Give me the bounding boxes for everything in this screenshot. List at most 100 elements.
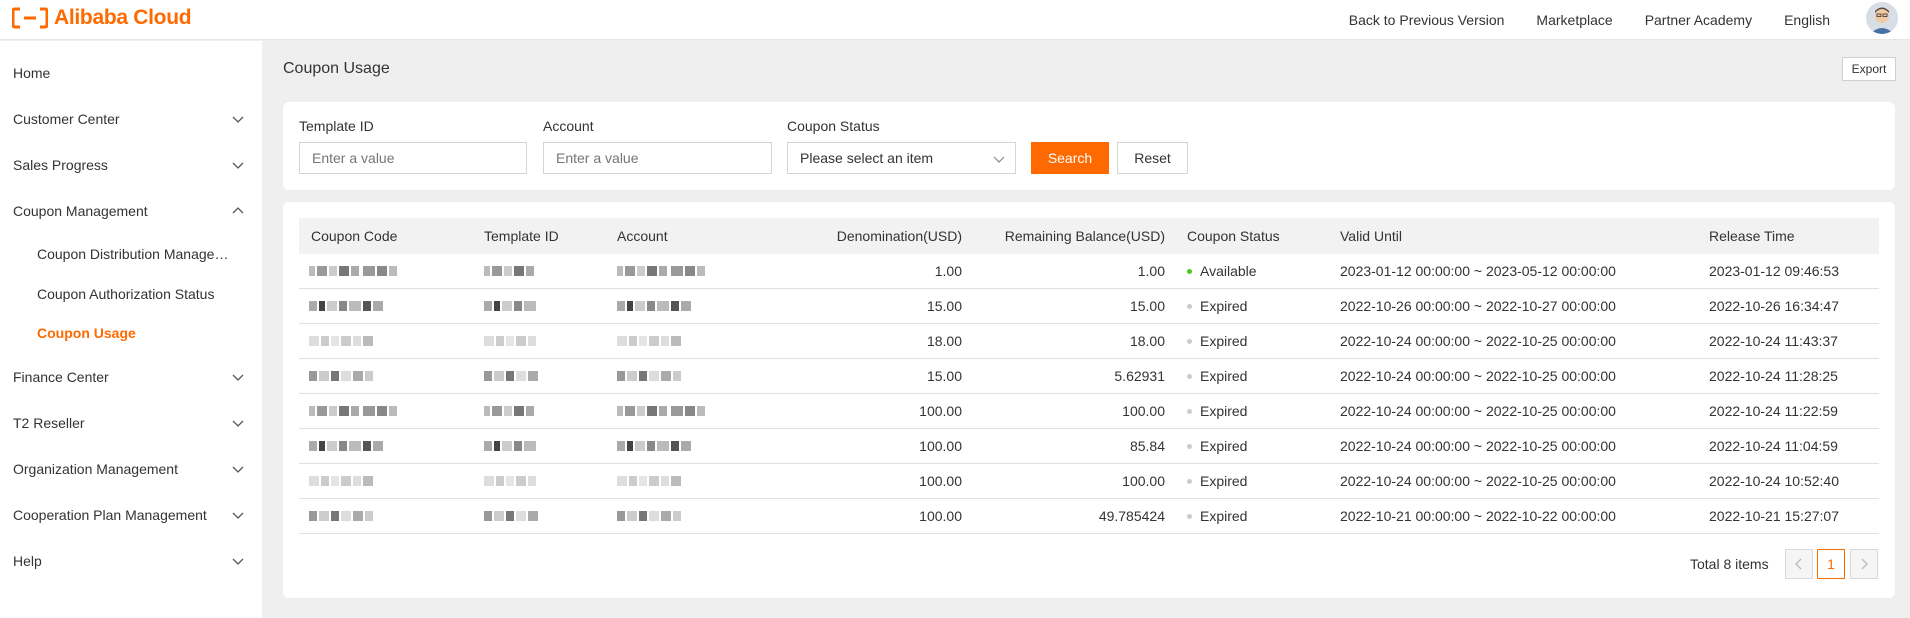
redacted-template-id — [484, 509, 544, 523]
table-row[interactable]: 100.00 85.84 Expired 2022-10-24 00:00:00 ~ … — [299, 429, 1879, 464]
chevron-down-icon — [232, 466, 244, 473]
redacted-template-id — [484, 334, 544, 348]
column-header-coupon-code[interactable]: Coupon Code — [311, 218, 397, 254]
sidebar-item-label: T2 Reseller — [13, 415, 85, 431]
status-cell: Expired — [1187, 394, 1247, 428]
status-dot-icon — [1187, 338, 1192, 344]
brand-logo[interactable]: Alibaba Cloud — [12, 6, 192, 30]
redacted-coupon-code — [309, 264, 437, 278]
chevron-down-icon — [232, 420, 244, 427]
pagination-page-1[interactable]: 1 — [1817, 549, 1845, 579]
reset-button[interactable]: Reset — [1117, 142, 1188, 174]
sidebar-item-help[interactable]: Help — [0, 541, 262, 581]
table-row[interactable]: 18.00 18.00 Expired 2022-10-24 00:00:00 ~ 2… — [299, 324, 1879, 359]
coupon-status-select[interactable]: Please select an item — [787, 142, 1016, 174]
remaining-balance-cell: 49.785424 — [1098, 508, 1165, 524]
sidebar-item-finance-center[interactable]: Finance Center — [0, 357, 262, 397]
chevron-right-icon — [1861, 558, 1868, 570]
nav-language[interactable]: English — [1784, 12, 1830, 28]
chevron-down-icon — [232, 162, 244, 169]
nav-back-to-previous-version[interactable]: Back to Previous Version — [1349, 12, 1505, 28]
pagination-prev-button[interactable] — [1785, 549, 1813, 579]
search-button[interactable]: Search — [1031, 142, 1109, 174]
export-button[interactable]: Export — [1842, 57, 1896, 81]
sidebar-subitem-label: Coupon Authorization Status — [37, 286, 215, 302]
status-cell: Expired — [1187, 464, 1247, 498]
sidebar-item-home[interactable]: Home — [0, 53, 262, 93]
redacted-coupon-code — [309, 474, 437, 488]
denomination-cell: 100.00 — [919, 403, 962, 419]
sidebar-item-organization-management[interactable]: Organization Management — [0, 449, 262, 489]
denomination-cell: 100.00 — [919, 438, 962, 454]
account-input[interactable] — [543, 142, 772, 174]
valid-until-cell: 2022-10-24 00:00:00 ~ 2022-10-25 00:00:0… — [1340, 333, 1616, 349]
status-cell: Expired — [1187, 289, 1247, 323]
account-label: Account — [543, 118, 594, 134]
sidebar-subitem-coupon-authorization[interactable]: Coupon Authorization Status — [0, 277, 262, 311]
status-dot-icon — [1187, 408, 1192, 414]
remaining-balance-cell: 1.00 — [1137, 263, 1165, 279]
coupon-status-label: Coupon Status — [787, 118, 880, 134]
sidebar-item-cooperation-plan[interactable]: Cooperation Plan Management — [0, 495, 262, 535]
redacted-account — [617, 369, 767, 383]
sidebar-item-sales-progress[interactable]: Sales Progress — [0, 145, 262, 185]
denomination-cell: 18.00 — [926, 333, 962, 349]
results-panel: Coupon Code Template ID Account Denomina… — [283, 202, 1895, 598]
table-row[interactable]: 100.00 100.00 Expired 2022-10-24 00:00:00 ~… — [299, 394, 1879, 429]
sidebar-item-label: Customer Center — [13, 111, 120, 127]
sidebar-item-label: Home — [13, 65, 51, 81]
column-header-release-time[interactable]: Release Time — [1709, 218, 1795, 254]
avatar[interactable] — [1866, 2, 1898, 34]
chevron-down-icon — [232, 512, 244, 519]
column-header-account[interactable]: Account — [617, 218, 668, 254]
brand-name: Alibaba Cloud — [54, 6, 192, 29]
column-header-remaining-balance[interactable]: Remaining Balance(USD) — [979, 218, 1165, 254]
sidebar-item-label: Coupon Management — [13, 203, 148, 219]
status-dot-icon — [1187, 443, 1192, 449]
table-row[interactable]: 15.00 5.62931 Expired 2022-10-24 00:00:00 ~… — [299, 359, 1879, 394]
table-row[interactable]: 1.00 1.00 Available 2023-01-12 00:00:00 ~ 2… — [299, 254, 1879, 289]
template-id-input[interactable] — [299, 142, 527, 174]
sidebar-item-label: Finance Center — [13, 369, 109, 385]
top-bar: Alibaba Cloud Back to Previous Version M… — [0, 0, 1910, 40]
sidebar-item-customer-center[interactable]: Customer Center — [0, 99, 262, 139]
table-row[interactable]: 15.00 15.00 Expired 2022-10-26 00:00:00 ~ 2… — [299, 289, 1879, 324]
redacted-account — [617, 404, 767, 418]
valid-until-cell: 2022-10-24 00:00:00 ~ 2022-10-25 00:00:0… — [1340, 473, 1616, 489]
status-cell: Available — [1187, 254, 1257, 288]
column-header-coupon-status[interactable]: Coupon Status — [1187, 218, 1280, 254]
sidebar-item-t2-reseller[interactable]: T2 Reseller — [0, 403, 262, 443]
release-time-cell: 2022-10-24 11:22:59 — [1709, 403, 1838, 419]
denomination-cell: 100.00 — [919, 473, 962, 489]
coupon-table: Coupon Code Template ID Account Denomina… — [299, 218, 1879, 534]
sidebar-subitem-coupon-usage[interactable]: Coupon Usage — [0, 316, 262, 350]
valid-until-cell: 2022-10-24 00:00:00 ~ 2022-10-25 00:00:0… — [1340, 438, 1616, 454]
redacted-coupon-code — [309, 439, 437, 453]
status-cell: Expired — [1187, 324, 1247, 358]
column-header-template-id[interactable]: Template ID — [484, 218, 559, 254]
column-header-valid-until[interactable]: Valid Until — [1340, 218, 1402, 254]
redacted-template-id — [484, 299, 544, 313]
pagination-next-button[interactable] — [1850, 549, 1878, 579]
sidebar-item-label: Sales Progress — [13, 157, 108, 173]
redacted-coupon-code — [309, 404, 437, 418]
remaining-balance-cell: 15.00 — [1129, 298, 1165, 314]
pagination-total: Total 8 items — [1690, 556, 1769, 572]
nav-partner-academy[interactable]: Partner Academy — [1645, 12, 1752, 28]
status-dot-icon — [1187, 373, 1192, 379]
status-text: Expired — [1200, 438, 1248, 454]
sidebar-subitem-coupon-distribution[interactable]: Coupon Distribution Management — [0, 237, 262, 271]
column-header-denomination[interactable]: Denomination(USD) — [819, 218, 962, 254]
chevron-left-icon — [1795, 558, 1802, 570]
valid-until-cell: 2022-10-24 00:00:00 ~ 2022-10-25 00:00:0… — [1340, 403, 1616, 419]
remaining-balance-cell: 85.84 — [1129, 438, 1165, 454]
status-dot-icon — [1187, 478, 1192, 484]
table-row[interactable]: 100.00 49.785424 Expired 2022-10-21 00:00:0… — [299, 499, 1879, 534]
denomination-cell: 100.00 — [919, 508, 962, 524]
status-cell: Expired — [1187, 499, 1247, 533]
sidebar-item-coupon-management[interactable]: Coupon Management — [0, 191, 262, 231]
nav-marketplace[interactable]: Marketplace — [1536, 12, 1612, 28]
sidebar-item-label: Help — [13, 553, 42, 569]
table-row[interactable]: 100.00 100.00 Expired 2022-10-24 00:00:00 ~… — [299, 464, 1879, 499]
valid-until-cell: 2023-01-12 00:00:00 ~ 2023-05-12 00:00:0… — [1340, 263, 1616, 279]
